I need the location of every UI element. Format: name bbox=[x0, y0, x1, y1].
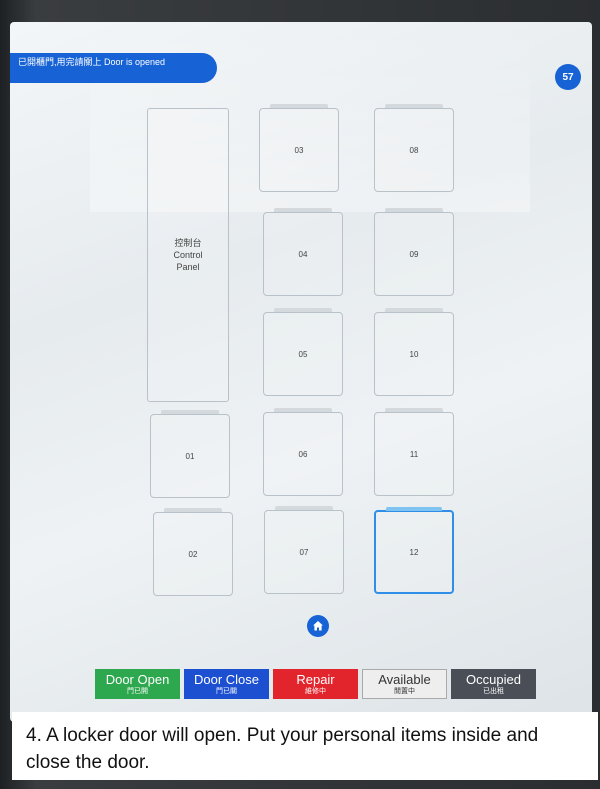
locker-01[interactable]: 01 bbox=[150, 410, 230, 498]
legend-door-open: Door Open 門已開 bbox=[95, 669, 180, 699]
count-badge: 57 bbox=[555, 64, 581, 90]
legend-available-en: Available bbox=[378, 671, 431, 687]
legend-door-close-zh: 門已關 bbox=[216, 687, 237, 695]
kiosk-screen: 已開櫃門,用完請關上 Door is opened 57 控制台 Control… bbox=[10, 22, 592, 722]
control-panel: 控制台 Control Panel bbox=[147, 108, 229, 402]
control-panel-zh: 控制台 bbox=[174, 238, 202, 248]
legend-door-open-zh: 門已開 bbox=[127, 687, 148, 695]
legend-door-close-en: Door Close bbox=[193, 671, 260, 687]
locker-03[interactable]: 03 bbox=[259, 104, 339, 192]
locker-11[interactable]: 11 bbox=[374, 408, 454, 496]
locker-06[interactable]: 06 bbox=[263, 408, 343, 496]
legend-available: Available 閒置中 bbox=[362, 669, 447, 699]
locker-02[interactable]: 02 bbox=[153, 508, 233, 596]
locker-12[interactable]: 12 bbox=[374, 507, 454, 594]
control-panel-en-2: Panel bbox=[176, 262, 200, 272]
status-banner: 已開櫃門,用完請關上 Door is opened bbox=[10, 53, 217, 83]
locker-10[interactable]: 10 bbox=[374, 308, 454, 396]
locker-08[interactable]: 08 bbox=[374, 104, 454, 192]
legend-repair: Repair 維修中 bbox=[273, 669, 358, 699]
locker-09[interactable]: 09 bbox=[374, 208, 454, 296]
locker-05[interactable]: 05 bbox=[263, 308, 343, 396]
legend-door-close: Door Close 門已關 bbox=[184, 669, 269, 699]
home-button[interactable] bbox=[307, 615, 329, 637]
locker-07[interactable]: 07 bbox=[264, 506, 344, 594]
legend-occupied-en: Occupied bbox=[466, 671, 521, 687]
legend-occupied-zh: 已出租 bbox=[483, 687, 504, 695]
control-panel-en-1: Control bbox=[173, 250, 203, 260]
legend-repair-zh: 維修中 bbox=[305, 687, 326, 695]
instruction-caption: 4. A locker door will open. Put your per… bbox=[12, 712, 598, 780]
legend-occupied: Occupied 已出租 bbox=[451, 669, 536, 699]
legend-door-open-en: Door Open bbox=[105, 671, 170, 687]
locker-04[interactable]: 04 bbox=[263, 208, 343, 296]
device-frame: 已開櫃門,用完請關上 Door is opened 57 控制台 Control… bbox=[0, 0, 600, 789]
legend-repair-en: Repair bbox=[296, 671, 335, 687]
home-icon bbox=[313, 621, 323, 631]
legend-available-zh: 閒置中 bbox=[394, 687, 415, 695]
